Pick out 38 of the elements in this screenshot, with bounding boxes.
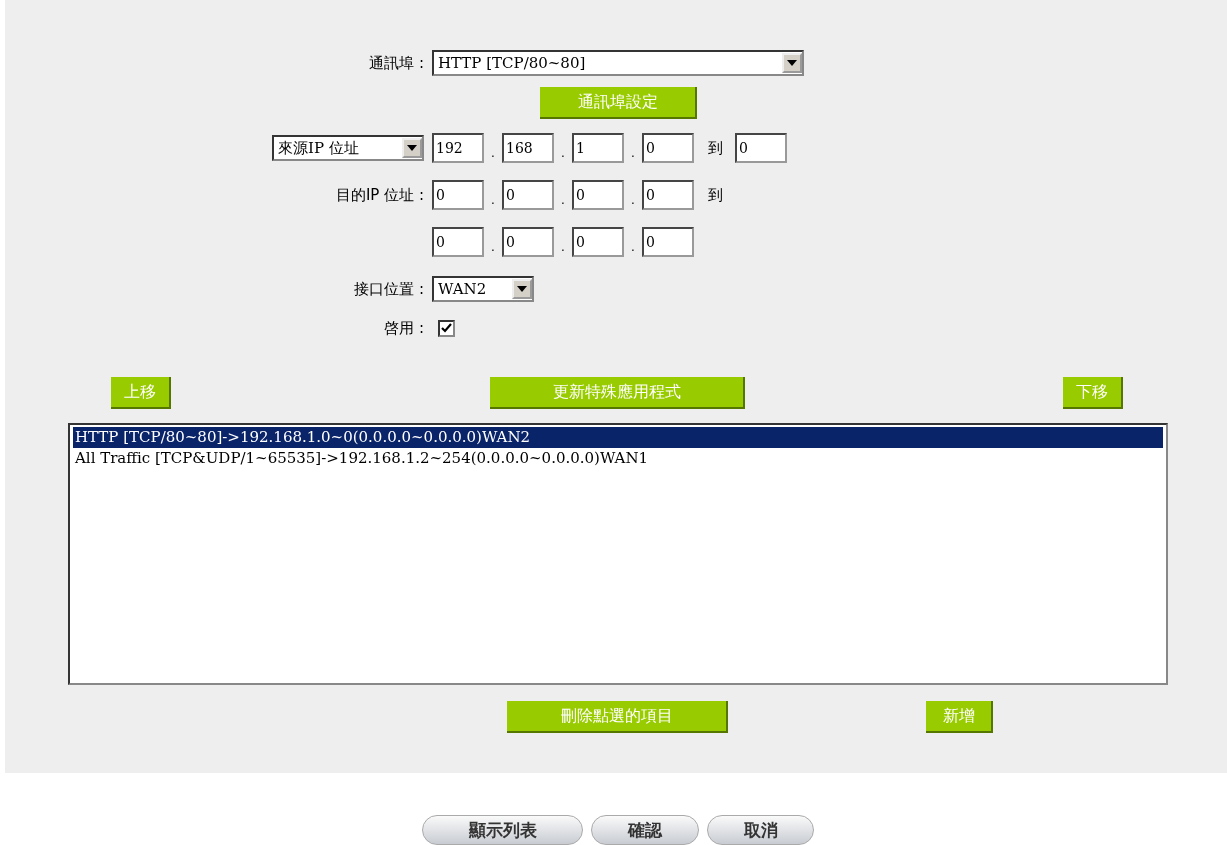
enable-checkbox[interactable] [438, 319, 455, 337]
enable-label: 啓用 : [384, 318, 424, 338]
dot-separator: . [490, 146, 496, 162]
ip-octet-field[interactable]: 0 [735, 133, 787, 163]
destination-label: 目的IP 位址 : [335, 185, 424, 205]
ip-octet-field[interactable]: 0 [432, 180, 484, 210]
port-label: 通訊埠 : [369, 53, 424, 73]
dot-separator: . [560, 240, 566, 256]
ip-octet-field[interactable]: 0 [642, 227, 694, 257]
source-type-select[interactable]: 來源IP 位址 [272, 135, 424, 161]
ip-octet-field[interactable]: 0 [502, 227, 554, 257]
dot-separator: . [630, 146, 636, 162]
ip-octet-field[interactable]: 0 [572, 227, 624, 257]
rule-list-item[interactable]: HTTP [TCP/80~80]->192.168.1.0~0(0.0.0.0~0.0.0.0)WAN2 [73, 427, 1163, 448]
rule-list-item[interactable]: All Traffic [TCP&UDP/1~65535]->192.168.1.2~254(0.0.0.0~0.0.0.0)WAN1 [73, 448, 1163, 469]
footer-button[interactable]: 確認 [591, 815, 699, 845]
ip-octet-field[interactable]: 1 [572, 133, 624, 163]
dot-separator: . [630, 240, 636, 256]
ip-octet-field[interactable]: 0 [432, 227, 484, 257]
interface-select[interactable]: WAN2 [432, 276, 534, 302]
interface-label: 接口位置 : [354, 279, 424, 299]
ip-octet-field[interactable]: 0 [572, 180, 624, 210]
rules-listbox[interactable]: HTTP [TCP/80~80]->192.168.1.0~0(0.0.0.0~0.0.0.0)WAN2 All Traffic [TCP&UDP/1~65535]->192.168.1.2~254(0.0.0.0~0.0.0.0)WAN1 [68, 423, 1168, 685]
port-select[interactable]: HTTP [TCP/80~80] [432, 50, 804, 76]
dot-separator: . [490, 193, 496, 209]
dot-separator: . [560, 146, 566, 162]
dot-separator: . [560, 193, 566, 209]
to-label: 到 [708, 185, 723, 205]
dot-separator: . [490, 240, 496, 256]
ip-octet-field[interactable]: 168 [502, 133, 554, 163]
dot-separator: . [630, 193, 636, 209]
ip-octet-field[interactable]: 0 [642, 133, 694, 163]
ip-octet-field[interactable]: 0 [502, 180, 554, 210]
to-label: 到 [708, 138, 723, 158]
ip-octet-field[interactable]: 192 [432, 133, 484, 163]
footer-button[interactable]: 顯示列表 [422, 815, 583, 845]
ip-octet-field[interactable]: 0 [642, 180, 694, 210]
footer-button[interactable]: 取消 [707, 815, 814, 845]
